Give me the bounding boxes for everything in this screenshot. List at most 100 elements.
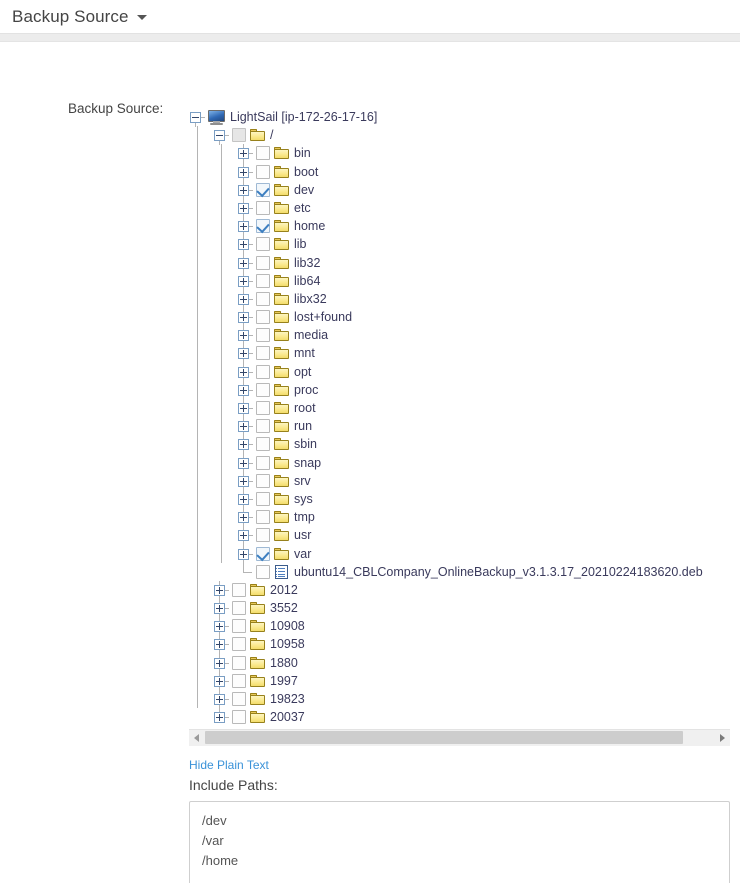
tree-node[interactable]: 1880 [189, 653, 730, 673]
tree-checkbox[interactable] [230, 708, 248, 726]
tree-checkbox[interactable] [254, 144, 272, 162]
tree-node-label[interactable]: sbin [292, 435, 317, 453]
expand-icon[interactable] [237, 162, 254, 182]
expand-icon[interactable] [237, 344, 254, 364]
tree-node-label[interactable]: bin [292, 144, 311, 162]
tree-node[interactable]: snap [189, 453, 730, 473]
expand-icon[interactable] [237, 271, 254, 291]
tree-node[interactable]: run [189, 417, 730, 437]
tree-checkbox[interactable] [254, 254, 272, 272]
tree-node[interactable]: home [189, 217, 730, 237]
expand-icon[interactable] [237, 489, 254, 509]
expand-icon[interactable] [237, 235, 254, 255]
tree-node[interactable]: mnt [189, 344, 730, 364]
tree-checkbox[interactable] [254, 199, 272, 217]
tree-checkbox[interactable] [254, 344, 272, 362]
tree-node[interactable]: ubuntu14_CBLCompany_OnlineBackup_v3.1.3.… [189, 562, 730, 582]
arrow-left-icon[interactable] [189, 729, 205, 746]
expand-icon[interactable] [237, 217, 254, 237]
expand-icon[interactable] [237, 289, 254, 309]
tree-checkbox[interactable] [254, 490, 272, 508]
collapse-icon[interactable] [213, 126, 230, 146]
tree-checkbox[interactable] [254, 472, 272, 490]
tree-checkbox[interactable] [254, 563, 272, 581]
tree-node[interactable]: 10958 [189, 635, 730, 655]
expand-icon[interactable] [237, 180, 254, 200]
include-paths-textarea[interactable]: /dev/var/home [189, 801, 730, 883]
expand-icon[interactable] [237, 453, 254, 473]
tree-checkbox[interactable] [254, 308, 272, 326]
tree-node-label[interactable]: lib64 [292, 272, 320, 290]
tree-node[interactable]: boot [189, 162, 730, 182]
tree-node-root[interactable]: LightSail [ip-172-26-17-16] [189, 108, 730, 127]
tree-node[interactable]: srv [189, 471, 730, 491]
hide-plain-text-link[interactable]: Hide Plain Text [189, 758, 269, 772]
expand-icon[interactable] [237, 380, 254, 400]
tree-node[interactable]: etc [189, 198, 730, 218]
expand-icon[interactable] [237, 471, 254, 491]
tree-node-label[interactable]: LightSail [ip-172-26-17-16] [228, 108, 377, 126]
tree-node[interactable]: media [189, 326, 730, 346]
tree-checkbox[interactable] [254, 526, 272, 544]
tree-checkbox[interactable] [254, 363, 272, 381]
tree-checkbox[interactable] [230, 617, 248, 635]
tree-node[interactable]: proc [189, 380, 730, 400]
expand-icon[interactable] [213, 635, 230, 655]
tree-node[interactable]: root [189, 399, 730, 418]
caret-down-icon[interactable] [136, 15, 147, 20]
tree-node[interactable]: 19823 [189, 690, 730, 709]
tree-checkbox[interactable] [254, 326, 272, 344]
tree-node-label[interactable]: usr [292, 526, 311, 544]
tree-node-label[interactable]: home [292, 217, 325, 235]
tree-node[interactable]: sys [189, 489, 730, 509]
tree-checkbox[interactable] [254, 399, 272, 417]
tree-node[interactable]: 2012 [189, 580, 730, 600]
scrollbar-track[interactable] [205, 729, 714, 746]
tree-checkbox[interactable] [254, 181, 272, 199]
expand-icon[interactable] [213, 671, 230, 691]
expand-icon[interactable] [213, 653, 230, 673]
expand-icon[interactable] [237, 526, 254, 546]
tree-node[interactable]: opt [189, 362, 730, 382]
tree-node[interactable]: 10908 [189, 617, 730, 637]
tree-node[interactable]: lost+found [189, 308, 730, 328]
expand-icon[interactable] [213, 599, 230, 619]
tree-node-label[interactable]: etc [292, 199, 311, 217]
tree-node[interactable]: var [189, 544, 730, 564]
tree-node-label[interactable]: lib [292, 235, 307, 253]
backup-source-tree-scroll-area[interactable]: LightSail [ip-172-26-17-16] / bin boot dev et… [189, 108, 730, 728]
scrollbar-thumb[interactable] [205, 730, 684, 744]
tree-node-label[interactable]: 19823 [268, 690, 305, 708]
tree-node[interactable]: lib64 [189, 271, 730, 291]
expand-icon[interactable] [213, 690, 230, 709]
tree-checkbox[interactable] [230, 599, 248, 617]
tree-node-label[interactable]: sys [292, 490, 313, 508]
tree-node-label[interactable]: 2012 [268, 581, 298, 599]
tree-node-label[interactable]: snap [292, 454, 321, 472]
expand-icon[interactable] [237, 399, 254, 418]
tree-checkbox[interactable] [254, 235, 272, 253]
collapse-icon[interactable] [189, 108, 206, 127]
expand-icon[interactable] [237, 417, 254, 437]
tree-node-label[interactable]: 1997 [268, 672, 298, 690]
tree-node[interactable]: 1997 [189, 671, 730, 691]
tree-node-label[interactable]: 3552 [268, 599, 298, 617]
tree-node[interactable]: 20037 [189, 708, 730, 726]
tree-checkbox[interactable] [254, 381, 272, 399]
tree-node-label[interactable]: 1880 [268, 654, 298, 672]
tree-node[interactable]: lib [189, 235, 730, 255]
tree-checkbox[interactable] [254, 545, 272, 563]
tree-checkbox[interactable] [230, 126, 248, 144]
tree-node-label[interactable]: 10908 [268, 617, 305, 635]
tree-checkbox[interactable] [230, 635, 248, 653]
tree-node-label[interactable]: mnt [292, 344, 315, 362]
tree-node-label[interactable]: tmp [292, 508, 315, 526]
tree-node[interactable]: 3552 [189, 599, 730, 619]
tree-node-label[interactable]: ubuntu14_CBLCompany_OnlineBackup_v3.1.3.… [292, 563, 703, 581]
tree-node-label[interactable]: dev [292, 181, 314, 199]
tree-node-label[interactable]: root [292, 399, 316, 417]
page-title[interactable]: Backup Source [12, 7, 129, 27]
tree-checkbox[interactable] [230, 654, 248, 672]
tree-horizontal-scrollbar[interactable] [189, 729, 730, 746]
tree-node-label[interactable]: lib32 [292, 254, 320, 272]
